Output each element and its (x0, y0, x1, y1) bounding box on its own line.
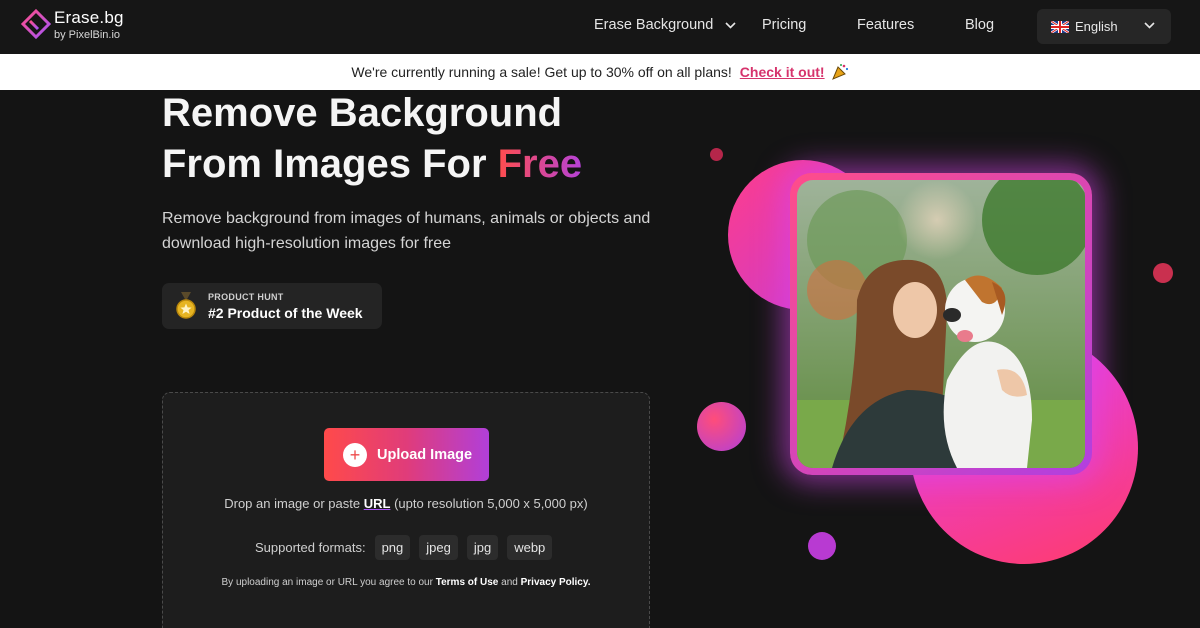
chevron-down-icon (725, 22, 736, 29)
hero-title-line2: From Images For Free (162, 139, 582, 190)
party-popper-icon (831, 64, 848, 80)
sale-banner: We're currently running a sale! Get up t… (0, 54, 1200, 90)
nav-erase-background[interactable]: Erase Background (594, 17, 736, 33)
language-label: English (1075, 19, 1118, 34)
drop-instructions: Drop an image or paste URL (upto resolut… (163, 496, 649, 511)
uk-flag-icon (1051, 20, 1069, 33)
terms-of-use-link[interactable]: Terms of Use (436, 577, 499, 588)
formats-label: Supported formats: (255, 540, 366, 555)
woman-with-dog-image (797, 180, 1085, 468)
sample-photo (797, 180, 1085, 468)
decor-dot-right (1153, 263, 1173, 283)
hero-subtitle: Remove background from images of humans,… (162, 210, 651, 252)
sample-photo-frame (790, 173, 1092, 475)
nav-pricing[interactable]: Pricing (762, 17, 806, 33)
supported-formats: Supported formats: png jpeg jpg webp (255, 535, 561, 560)
format-badge-jpg: jpg (466, 535, 499, 560)
hero-illustration (680, 120, 1200, 628)
decor-dot-low (808, 532, 836, 560)
drop-suffix: (upto resolution 5,000 x 5,000 px) (394, 496, 588, 511)
format-badge-webp: webp (507, 535, 553, 560)
paste-url-link[interactable]: URL (364, 496, 391, 511)
nav-blog[interactable]: Blog (965, 17, 994, 33)
decor-dot-small-top (710, 148, 723, 161)
terms-prefix: By uploading an image or URL you agree t… (221, 577, 433, 588)
nav-erase-background-label: Erase Background (594, 17, 714, 33)
top-navbar: Erase.bg by PixelBin.io Erase Background… (0, 0, 1200, 54)
sale-banner-text: We're currently running a sale! Get up t… (351, 64, 732, 80)
erase-bg-logo-icon (20, 8, 52, 40)
chevron-down-icon (1144, 22, 1155, 29)
brand-logo[interactable]: Erase.bg by PixelBin.io (20, 8, 124, 42)
privacy-policy-link[interactable]: Privacy Policy. (521, 577, 591, 588)
format-badge-jpeg: jpeg (419, 535, 458, 560)
language-selector[interactable]: English (1037, 9, 1171, 44)
format-badge-png: png (374, 535, 411, 560)
plus-icon: + (343, 442, 367, 467)
upload-image-button[interactable]: + Upload Image (324, 428, 489, 481)
product-hunt-label: PRODUCT HUNT (208, 292, 284, 302)
hero-title-line2-prefix: From Images For (162, 142, 498, 186)
drop-prefix: Drop an image or paste (224, 496, 361, 511)
hero-title-free: Free (497, 142, 583, 186)
upload-image-label: Upload Image (377, 446, 473, 463)
hero-title: Remove Background From Images For Free (162, 88, 582, 190)
terms-notice: By uploading an image or URL you agree t… (163, 577, 649, 588)
product-hunt-badge[interactable]: PRODUCT HUNT #2 Product of the Week (162, 283, 382, 329)
brand-name: Erase.bg (54, 8, 124, 27)
terms-and: and (501, 577, 518, 588)
upload-dropzone[interactable]: + Upload Image Drop an image or paste UR… (162, 392, 650, 628)
brand-byline: by PixelBin.io (54, 29, 121, 41)
decor-dot-mid (697, 402, 746, 451)
medal-icon (176, 292, 196, 319)
product-of-week-label: #2 Product of the Week (208, 305, 363, 321)
check-it-out-link[interactable]: Check it out! (740, 64, 825, 80)
nav-features[interactable]: Features (857, 17, 914, 33)
hero-title-line1: Remove Background (162, 91, 563, 135)
